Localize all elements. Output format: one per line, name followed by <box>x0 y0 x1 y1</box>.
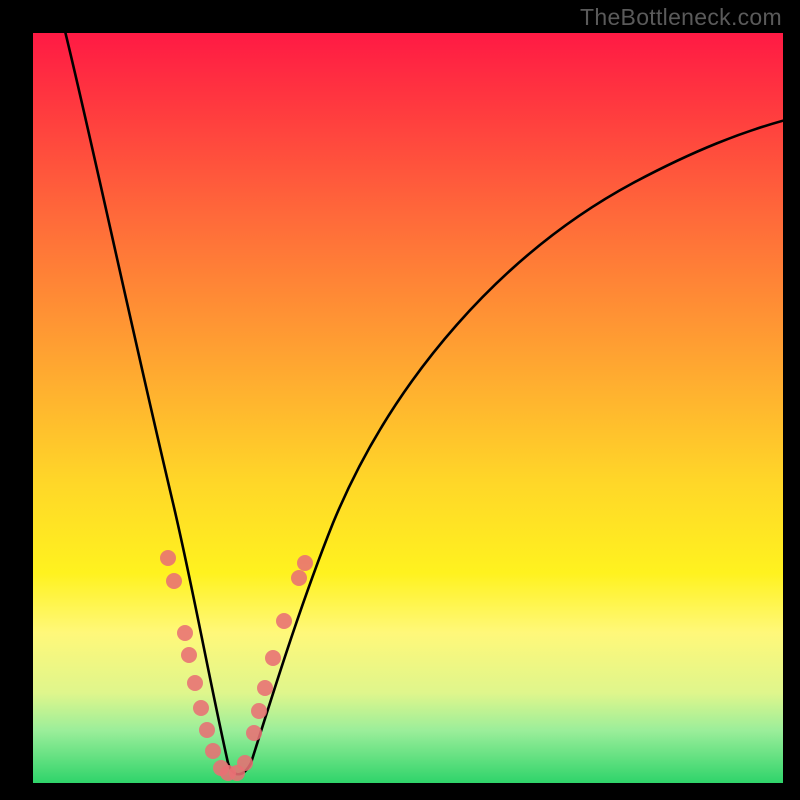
bottleneck-curve-path <box>63 33 783 774</box>
bottleneck-chart <box>33 33 783 783</box>
chart-area <box>33 33 783 783</box>
highlight-dots <box>160 550 313 781</box>
watermark-text: TheBottleneck.com <box>580 4 782 31</box>
